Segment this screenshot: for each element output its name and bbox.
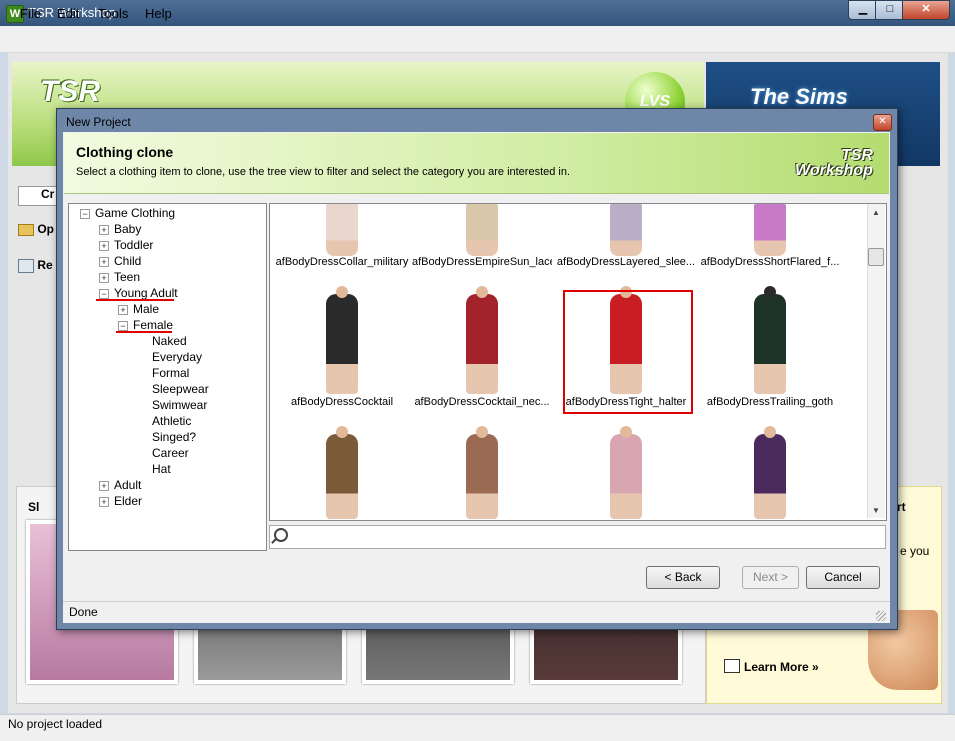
dialog-close-button[interactable]: ✕: [873, 114, 892, 131]
scroll-up-icon[interactable]: ▲: [872, 208, 880, 217]
expand-icon[interactable]: +: [99, 273, 109, 283]
tree-node[interactable]: Everyday: [152, 350, 202, 364]
dialog-title: New Project: [66, 115, 131, 129]
tree-root[interactable]: Game Clothing: [95, 206, 175, 220]
collapse-icon[interactable]: −: [118, 321, 128, 331]
tree-node[interactable]: Formal: [152, 366, 189, 380]
tree-node[interactable]: Swimwear: [152, 398, 207, 412]
tree-node[interactable]: Athletic: [152, 414, 191, 428]
recent-icon: [18, 258, 34, 273]
expand-icon[interactable]: +: [118, 305, 128, 315]
side-item-open-label: Op: [37, 222, 55, 236]
dialog-subheading: Select a clothing item to clone, use the…: [76, 166, 571, 178]
dialog-heading: Clothing clone: [76, 144, 174, 160]
ad-text: e you: [900, 544, 930, 558]
logo-line-2: Workshop: [795, 162, 873, 179]
search-input[interactable]: [269, 525, 886, 549]
menu-tools[interactable]: Tools: [98, 6, 128, 21]
tree-node[interactable]: Career: [152, 446, 189, 460]
tree-node[interactable]: Teen: [114, 270, 140, 284]
tree-node[interactable]: Singed?: [152, 430, 196, 444]
tree-node[interactable]: Elder: [114, 494, 142, 508]
tree-node[interactable]: Hat: [152, 462, 171, 476]
tree-node-female[interactable]: Female: [133, 318, 173, 332]
tree-node[interactable]: Baby: [114, 222, 141, 236]
expand-icon[interactable]: +: [99, 481, 109, 491]
next-button[interactable]: Next >: [742, 566, 799, 589]
dialog-status-text: Done: [69, 605, 98, 619]
expand-icon[interactable]: +: [99, 225, 109, 235]
tree-node[interactable]: Child: [114, 254, 141, 268]
dialog-status-bar: [63, 601, 890, 623]
title-bar: [0, 0, 955, 26]
back-button[interactable]: < Back: [646, 566, 720, 589]
showcase-label: Sl: [28, 500, 40, 514]
menu-file[interactable]: File: [20, 6, 41, 21]
maximize-button[interactable]: □: [875, 0, 905, 20]
collapse-icon[interactable]: −: [99, 289, 109, 299]
tree-node[interactable]: Sleepwear: [152, 382, 209, 396]
close-button[interactable]: ✕: [902, 0, 950, 20]
menu-edit[interactable]: Edit: [57, 6, 79, 21]
status-text: No project loaded: [8, 717, 103, 731]
dialog-header: [64, 133, 889, 194]
window-icon: [724, 659, 740, 673]
tree-node-young-adult[interactable]: Young Adult: [114, 286, 178, 300]
expand-icon[interactable]: +: [99, 497, 109, 507]
tsr-logo: TSR: [40, 75, 100, 108]
tsr-workshop-logo: TSR Workshop: [795, 147, 873, 179]
expand-icon[interactable]: +: [99, 241, 109, 251]
folder-icon: [18, 223, 34, 236]
minimize-button[interactable]: ▁: [848, 0, 878, 20]
ad-title: rt: [897, 500, 906, 514]
cancel-button[interactable]: Cancel: [806, 566, 880, 589]
tree-node[interactable]: Naked: [152, 334, 187, 348]
tree-node[interactable]: Male: [133, 302, 159, 316]
side-item-recent-label: Re: [37, 258, 53, 272]
menu-help[interactable]: Help: [145, 6, 172, 21]
tree-node[interactable]: Adult: [114, 478, 141, 492]
status-bar: [0, 714, 955, 741]
resize-grip[interactable]: [876, 611, 886, 621]
menu-bar: [0, 26, 955, 53]
learn-more-link[interactable]: Learn More »: [744, 660, 819, 674]
scrollbar-thumb[interactable]: [868, 248, 884, 266]
sims-logo: The Sims: [750, 84, 848, 109]
highlight-underline: [116, 331, 172, 333]
side-item-create-label: Cr: [41, 187, 55, 201]
collapse-icon[interactable]: −: [80, 209, 90, 219]
side-item-recent[interactable]: Re: [18, 258, 53, 273]
highlight-underline: [96, 299, 174, 301]
tree-node[interactable]: Toddler: [114, 238, 153, 252]
logo-line-1: TSR: [840, 147, 873, 164]
scroll-down-icon[interactable]: ▼: [872, 506, 880, 515]
expand-icon[interactable]: +: [99, 257, 109, 267]
selection-highlight: [563, 290, 693, 414]
side-item-open[interactable]: Op: [18, 222, 54, 236]
